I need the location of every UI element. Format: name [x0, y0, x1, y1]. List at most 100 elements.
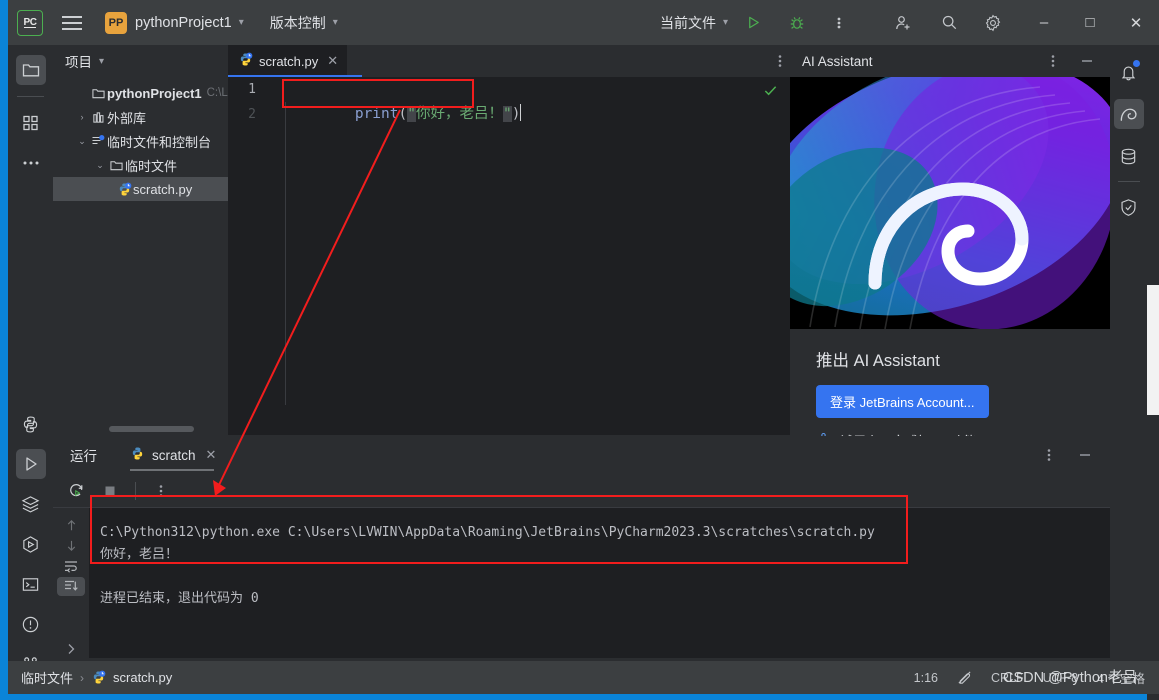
ai-minimize-icon[interactable]	[1072, 46, 1102, 76]
scratches-icon	[89, 134, 107, 148]
run-tab-scratch[interactable]: scratch ✕	[130, 436, 216, 474]
services-icon[interactable]	[8, 484, 53, 524]
project-panel-horizontal-scrollbar[interactable]	[109, 426, 194, 432]
breadcrumb-item-scratches[interactable]: 临时文件	[21, 668, 73, 687]
project-tool-icon[interactable]	[8, 50, 53, 90]
vcs-chevron-down-icon[interactable]: ▾	[333, 17, 338, 28]
run-tool-icon[interactable]	[8, 444, 53, 484]
tree-item-scratches-and-consoles[interactable]: ⌄ 临时文件和控制台	[53, 129, 228, 153]
caret-position[interactable]: 1:16	[914, 671, 938, 685]
library-icon	[89, 111, 107, 124]
ai-promo-title: 推出 AI Assistant	[816, 352, 940, 370]
console-exit-line: 进程已结束，退出代码为 0	[100, 591, 259, 606]
tree-chevron-right-icon[interactable]: ›	[75, 112, 89, 122]
project-panel-chevron-down-icon[interactable]: ▾	[99, 56, 104, 67]
console-output[interactable]: C:\Python312\python.exe C:\Users\LVWIN\A…	[89, 508, 1110, 658]
more-actions-icon[interactable]	[824, 8, 854, 38]
close-button[interactable]: ✕	[1113, 0, 1159, 45]
tree-item-label: 临时文件和控制台	[107, 134, 212, 150]
run-options-icon[interactable]	[1034, 440, 1064, 470]
code-area[interactable]: 1 2 print("你好，老吕！")	[228, 77, 790, 435]
next-occurrence-icon[interactable]	[57, 536, 85, 554]
login-jetbrains-account-button[interactable]: 登录 JetBrains Account...	[816, 385, 989, 418]
python-scratch-icon	[115, 182, 133, 197]
code-text[interactable]: print("你好，老吕！")	[285, 77, 522, 152]
tree-item-path: C:\L	[206, 87, 228, 99]
ai-options-icon[interactable]	[1038, 46, 1068, 76]
more-run-actions-icon[interactable]	[146, 476, 176, 506]
console-line: C:\Python312\python.exe C:\Users\LVWIN\A…	[100, 525, 875, 540]
maximize-button[interactable]: □	[1067, 0, 1113, 45]
python-console-icon[interactable]	[8, 404, 53, 444]
tree-item-label: 外部库	[107, 110, 147, 126]
tree-item-scratch-py[interactable]: scratch.py	[53, 177, 228, 201]
pycharm-window: PC PP pythonProject1 ▾ 版本控制 ▾ 当前文件 ▾ – □…	[0, 0, 1159, 700]
terminal-icon[interactable]	[8, 564, 53, 604]
database-icon[interactable]	[1110, 135, 1147, 177]
run-configuration-selector[interactable]: 当前文件	[660, 13, 716, 33]
soft-wrap-icon[interactable]	[57, 557, 85, 575]
ok-check-icon[interactable]	[763, 83, 778, 103]
tree-item-pythonproject1[interactable]: pythonProject1 C:\L	[53, 81, 228, 105]
project-name[interactable]: pythonProject1	[135, 15, 232, 31]
editor-tab-label: scratch.py	[259, 53, 319, 69]
code-open-quote: "	[407, 106, 416, 122]
breadcrumb-item-scratch-py[interactable]: scratch.py	[113, 670, 172, 685]
code-open-paren: (	[398, 106, 408, 122]
stop-icon[interactable]	[95, 476, 125, 506]
run-minimize-icon[interactable]	[1070, 440, 1100, 470]
more-tool-windows-icon[interactable]	[8, 143, 53, 183]
ai-assistant-promo: 推出 AI Assistant 登录 JetBrains Account... …	[790, 329, 1110, 481]
background-window-sliver	[1147, 45, 1159, 700]
settings-icon[interactable]	[978, 8, 1008, 38]
rerun-icon[interactable]	[61, 476, 91, 506]
editor-tab-scratch-py[interactable]: scratch.py ✕	[228, 45, 348, 77]
scroll-to-end-icon[interactable]	[57, 577, 85, 596]
add-user-icon[interactable]	[888, 8, 918, 38]
problems-icon[interactable]	[8, 604, 53, 644]
line-number: 1	[248, 82, 256, 97]
editor-area: scratch.py ✕ 1 2 print("你好，老吕！")	[228, 45, 790, 435]
main-menu-icon[interactable]	[55, 6, 89, 40]
commit-tool-icon[interactable]	[8, 103, 53, 143]
python-scratch-icon	[91, 670, 106, 685]
tree-chevron-down-icon[interactable]: ⌄	[93, 160, 107, 171]
folder-icon	[107, 159, 125, 172]
run-icon[interactable]	[738, 8, 768, 38]
ai-assistant-header: AI Assistant	[790, 45, 1110, 77]
tree-item-external-libraries[interactable]: › 外部库	[53, 105, 228, 129]
title-bar: PC PP pythonProject1 ▾ 版本控制 ▾ 当前文件 ▾ – □…	[8, 0, 1159, 45]
run-panel-label: 运行	[70, 449, 97, 464]
close-icon[interactable]: ✕	[327, 53, 338, 69]
code-close-paren: )	[511, 106, 521, 122]
tree-item-label: pythonProject1	[107, 85, 202, 101]
run-toolbar	[53, 474, 1110, 508]
line-number: 2	[248, 107, 256, 122]
tree-item-label: 临时文件	[125, 158, 178, 174]
editor-options-icon[interactable]	[778, 54, 782, 73]
notifications-icon[interactable]	[1110, 51, 1147, 93]
tree-item-scratches[interactable]: ⌄ 临时文件	[53, 153, 228, 177]
expand-icon[interactable]	[57, 640, 85, 658]
prev-occurrence-icon[interactable]	[57, 516, 85, 534]
security-shield-icon[interactable]	[1110, 186, 1147, 228]
project-chevron-down-icon[interactable]: ▾	[239, 17, 244, 28]
ai-assistant-icon[interactable]	[1110, 93, 1147, 135]
python-scratch-icon	[238, 52, 253, 70]
write-access-icon[interactable]	[957, 670, 972, 686]
run-tool-window: 运行 scratch ✕ C:\Python312\python.exe C:\…	[53, 436, 1110, 658]
editor-tab-bar: scratch.py ✕	[228, 45, 790, 77]
left-tool-window-bar	[8, 45, 53, 694]
vcs-menu-label[interactable]: 版本控制	[270, 13, 326, 33]
project-tree: pythonProject1 C:\L › 外部库 ⌄ 临时文件和控制台 ⌄ 临…	[53, 77, 228, 201]
ai-swirl-graphic	[790, 77, 1110, 329]
run-config-chevron-down-icon[interactable]: ▾	[723, 17, 728, 28]
console-side-toolbar	[53, 508, 89, 658]
close-icon[interactable]: ✕	[206, 447, 217, 463]
tree-chevron-down-icon[interactable]: ⌄	[75, 136, 89, 147]
search-icon[interactable]	[934, 8, 964, 38]
code-string-literal: 你好，老吕！	[415, 106, 503, 122]
minimize-button[interactable]: –	[1021, 0, 1067, 45]
structure-icon[interactable]	[8, 524, 53, 564]
debug-icon[interactable]	[782, 8, 812, 38]
